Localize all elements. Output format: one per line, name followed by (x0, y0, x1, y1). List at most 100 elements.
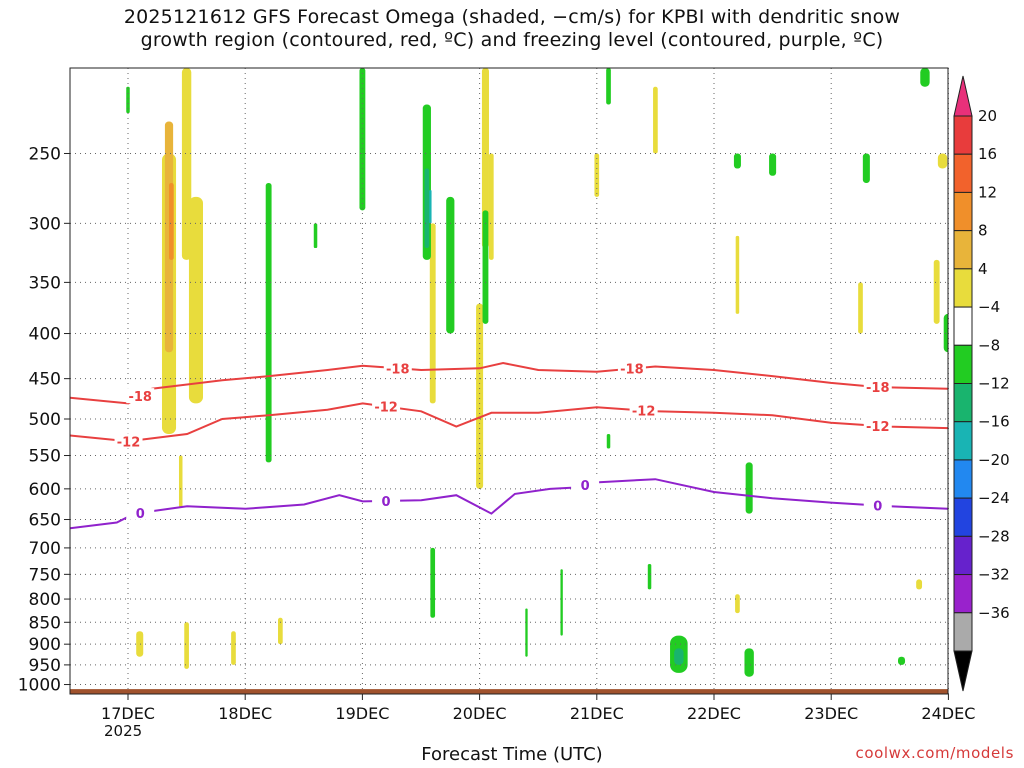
colorbar-label: −4 (978, 298, 1000, 316)
colorbar-bin (953, 230, 973, 270)
omega-region (898, 656, 906, 665)
omega-region (606, 68, 611, 105)
y-tick-label: 1000 (18, 676, 61, 696)
y-tick-label: 700 (29, 539, 61, 559)
contour-label: -12 (632, 404, 656, 419)
omega-region (745, 462, 753, 514)
colorbar-label: −32 (978, 566, 1010, 584)
colorbar-top-arrow (953, 75, 973, 117)
surface-band (70, 689, 948, 694)
x-tick-label: 24DEC (921, 704, 975, 723)
omega-region (933, 259, 940, 324)
x-tick-label: 19DEC (335, 704, 389, 723)
contour-label: -12 (866, 420, 890, 435)
y-axis: 2503003504004505005506006507007508008509… (18, 144, 70, 696)
omega-region (476, 303, 484, 489)
omega-region (606, 434, 611, 449)
colorbar-label: −28 (978, 527, 1010, 545)
colorbar-bin (953, 115, 973, 155)
y-tick-label: 550 (29, 447, 61, 467)
colorbar-bin (953, 344, 973, 384)
colorbar-label: 20 (978, 107, 997, 125)
omega-region (862, 153, 870, 183)
omega-region (744, 648, 754, 677)
contour-label: 0 (873, 500, 882, 515)
contour-label: 0 (136, 507, 145, 522)
omega-region (181, 68, 192, 260)
contour-label: -18 (128, 390, 152, 405)
y-tick-label: 650 (29, 511, 61, 531)
colorbar-label: 8 (978, 222, 988, 240)
omega-region (1005, 210, 1010, 271)
contour-label: -12 (117, 435, 141, 450)
x-tick-label: 20DEC (453, 704, 507, 723)
omega-region (184, 622, 189, 669)
contour-label: 0 (581, 479, 590, 494)
omega-region (769, 153, 777, 176)
colorbar-label: −16 (978, 413, 1010, 431)
y-tick-label: 450 (29, 370, 61, 390)
contour-label: 0 (382, 495, 391, 510)
colorbar-label: −24 (978, 489, 1010, 507)
omega-region (429, 189, 432, 224)
credit-link[interactable]: coolwx.com/models (856, 744, 1015, 762)
y-tick-label: 300 (29, 214, 61, 234)
colorbar-bin (953, 383, 973, 423)
colorbar-bin (953, 612, 973, 652)
omega-region (937, 153, 948, 169)
omega-region (594, 153, 600, 197)
colorbar-label: −12 (978, 375, 1010, 393)
omega-region (858, 282, 863, 334)
omega-region (488, 153, 494, 260)
omega-region (647, 563, 652, 590)
omega-time-height-chart: -18 -18 -18 -18 -12 -12 -12 -12 0 0 0 0 250 300 350 40… (18, 67, 1010, 723)
x-tick-label: 17DEC (101, 704, 155, 723)
colorbar-bin (953, 191, 973, 232)
contour-label: -18 (620, 363, 644, 378)
colorbar-label: −8 (978, 336, 1000, 354)
omega-region (560, 569, 563, 636)
x-tick-label: 18DEC (218, 704, 272, 723)
omega-region (1004, 68, 1010, 138)
omega-region (178, 455, 183, 508)
colorbar-bin (953, 421, 973, 461)
omega-region (733, 153, 741, 169)
contour-label: -18 (386, 362, 410, 377)
x-tick-label: 23DEC (804, 704, 858, 723)
omega-region (916, 579, 923, 590)
omega-region (265, 182, 272, 463)
omega-region (446, 196, 455, 334)
omega-region (231, 631, 236, 665)
x-tick-label: 22DEC (687, 704, 741, 723)
colorbar-label: −36 (978, 604, 1010, 622)
y-tick-label: 800 (29, 590, 61, 610)
colorbar-bottom-arrow (953, 650, 973, 692)
colorbar-label: −20 (978, 451, 1010, 469)
omega-region (482, 210, 489, 324)
y-tick-label: 250 (29, 144, 61, 164)
colorbar-label: 4 (978, 260, 988, 278)
omega-region (430, 547, 436, 618)
omega-region (735, 594, 740, 614)
x-axis: 17DEC 18DEC 19DEC 20DEC 21DEC 22DEC 23DEC 24DEC (101, 694, 975, 723)
colorbar-bin (953, 497, 973, 537)
omega-region (169, 182, 174, 260)
omega-region (984, 622, 995, 669)
contour-label: -18 (866, 381, 890, 396)
omega-region (996, 68, 1005, 210)
colorbar-bin (953, 306, 973, 346)
year-label: 2025 (104, 722, 143, 740)
y-tick-label: 400 (29, 325, 61, 345)
colorbar-bin (953, 574, 973, 614)
y-tick-label: 750 (29, 565, 61, 585)
contour-label: -12 (374, 401, 398, 416)
omega-region (653, 86, 658, 154)
y-tick-label: 850 (29, 613, 61, 633)
colorbar-bin (953, 459, 973, 499)
omega-region (424, 168, 430, 249)
colorbar-bin (953, 153, 973, 193)
y-tick-label: 350 (29, 273, 61, 293)
y-tick-label: 900 (29, 635, 61, 655)
omega-region (674, 648, 684, 665)
omega-region (313, 223, 318, 249)
